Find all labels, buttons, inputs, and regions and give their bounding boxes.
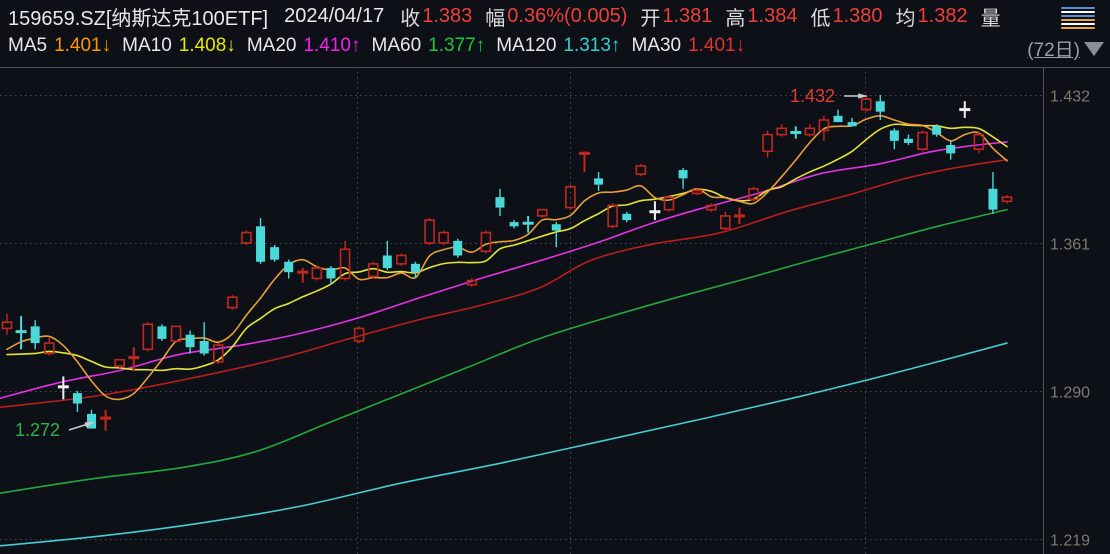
candle bbox=[382, 240, 392, 271]
candle bbox=[691, 188, 703, 196]
candle bbox=[100, 409, 112, 431]
candle bbox=[284, 259, 294, 279]
candle bbox=[988, 172, 998, 214]
candle bbox=[30, 320, 40, 350]
icon-stripe bbox=[1061, 23, 1095, 25]
candle bbox=[889, 128, 899, 150]
ma120-legend: MA120 1.313↑ bbox=[496, 35, 621, 56]
quote-low: 低 1.380 bbox=[810, 4, 883, 30]
candle bbox=[72, 391, 82, 412]
candle bbox=[847, 117, 857, 127]
candle bbox=[578, 151, 590, 173]
candle bbox=[410, 261, 420, 279]
candle bbox=[311, 265, 323, 281]
candle bbox=[142, 322, 154, 352]
ma60-legend: MA60 1.377↑ bbox=[371, 35, 486, 56]
candle bbox=[270, 245, 280, 262]
candle bbox=[804, 124, 816, 137]
quote-open: 开 1.381 bbox=[640, 4, 713, 30]
quote-close: 收 1.383 bbox=[400, 4, 473, 30]
candle bbox=[860, 95, 872, 112]
ma10-legend: MA10 1.408↓ bbox=[122, 35, 236, 56]
period-label[interactable]: (72日) bbox=[1027, 35, 1080, 62]
symbol-title: 159659.SZ[纳斯达克100ETF] bbox=[8, 7, 269, 30]
y-axis-label: 1.219 bbox=[1050, 533, 1090, 550]
icon-stripe bbox=[1061, 7, 1095, 9]
ma-legend: MA5 1.401↓ MA10 1.408↓ MA20 1.410↑ MA60 1.37… bbox=[8, 33, 756, 59]
candle bbox=[480, 230, 492, 254]
candle bbox=[917, 130, 928, 152]
period-selector[interactable]: (72日) bbox=[1027, 35, 1104, 62]
y-axis-label: 1.361 bbox=[1050, 237, 1090, 254]
volume-indicator-icon bbox=[1061, 7, 1095, 29]
quote-change: 幅 0.36%(0.005) bbox=[485, 4, 628, 30]
candle bbox=[170, 325, 182, 344]
candle bbox=[833, 109, 843, 123]
quote-header: 159659.SZ[纳斯达克100ETF] 2024/04/17 收 1.383 … bbox=[8, 2, 1016, 30]
quote-avg: 均 1.382 bbox=[895, 4, 968, 30]
candle bbox=[438, 230, 449, 246]
candle bbox=[495, 188, 505, 216]
candle bbox=[762, 130, 773, 158]
ma20-legend: MA20 1.410↑ bbox=[246, 35, 361, 56]
ma60-line bbox=[0, 208, 1008, 494]
candle bbox=[185, 330, 195, 354]
ma5-line bbox=[6, 115, 1008, 401]
candle bbox=[114, 358, 125, 369]
candle bbox=[959, 101, 971, 118]
candle bbox=[157, 324, 167, 341]
quote-volume: 量 bbox=[980, 7, 1001, 30]
candle bbox=[733, 207, 745, 225]
candle bbox=[903, 134, 913, 146]
candlestick-chart[interactable]: 1.432 1.361 1.290 1.219 1.432 1.272 bbox=[0, 0, 1110, 554]
y-axis-label: 1.290 bbox=[1050, 385, 1090, 402]
candle bbox=[635, 163, 647, 177]
high-annotation: 1.432 bbox=[790, 86, 835, 106]
candle bbox=[776, 124, 787, 137]
candle bbox=[790, 126, 802, 139]
candle bbox=[1001, 195, 1013, 204]
candle bbox=[509, 220, 519, 229]
candle bbox=[720, 211, 731, 231]
candle bbox=[594, 172, 604, 191]
candle bbox=[424, 217, 435, 246]
ma30-legend: MA30 1.401↓ bbox=[631, 35, 746, 56]
stock-chart-window: 1.432 1.361 1.290 1.219 1.432 1.272 159659.SZ… bbox=[0, 0, 1110, 554]
candle bbox=[1, 313, 13, 335]
quote-high: 高 1.384 bbox=[725, 4, 798, 30]
candle bbox=[663, 195, 675, 212]
candle bbox=[622, 211, 632, 223]
y-axis-label: 1.432 bbox=[1050, 89, 1090, 106]
icon-stripe bbox=[1061, 27, 1095, 29]
quote-date: 2024/04/17 bbox=[284, 4, 385, 27]
candle bbox=[678, 167, 688, 189]
candle bbox=[649, 201, 661, 221]
icon-stripe bbox=[1061, 11, 1095, 13]
candle bbox=[297, 268, 309, 283]
candle bbox=[946, 140, 956, 160]
candle bbox=[256, 217, 266, 264]
candle bbox=[227, 295, 238, 310]
candle bbox=[128, 347, 140, 371]
candle bbox=[367, 261, 379, 279]
candle bbox=[43, 336, 55, 356]
candle bbox=[241, 230, 252, 246]
icon-stripe bbox=[1061, 19, 1095, 21]
chevron-down-icon[interactable] bbox=[1084, 41, 1104, 56]
candle bbox=[551, 222, 561, 248]
candle bbox=[396, 253, 407, 266]
low-annotation: 1.272 bbox=[15, 420, 60, 440]
ma5-legend: MA5 1.401↓ bbox=[8, 35, 112, 56]
candle bbox=[536, 208, 548, 218]
candle bbox=[453, 238, 463, 258]
candle bbox=[57, 376, 69, 400]
ma20-line bbox=[0, 141, 1008, 400]
icon-stripe bbox=[1061, 15, 1095, 17]
